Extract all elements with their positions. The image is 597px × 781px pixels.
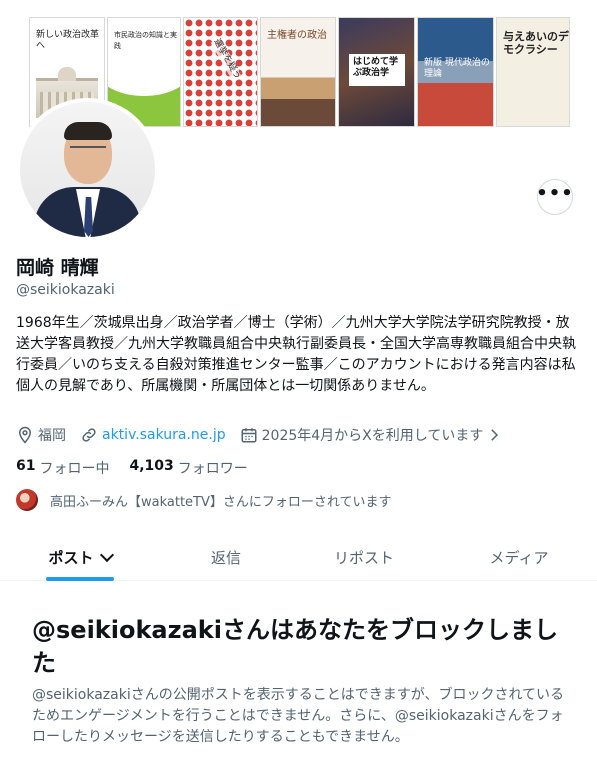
banner-book-4: 主権者の政治 [260,17,336,127]
followers-label: フォロワー [177,461,248,477]
website-link[interactable]: aktiv.sakura.ne.jp [102,427,226,443]
tab-posts[interactable]: ポスト [46,533,114,581]
profile-name: 岡崎 晴輝 [16,257,99,279]
book-title: 主権者の政治 [267,30,327,41]
tab-label: メディア [489,548,549,567]
book-title: 市民政治の知識と実践 [114,31,177,50]
more-options-button[interactable]: ••• [536,179,574,215]
website[interactable]: aktiv.sakura.ne.jp [80,426,226,444]
tab-reposts[interactable]: リポスト [324,533,404,581]
tab-label: 返信 [210,548,241,567]
following-count: 61 [16,458,36,474]
tab-label: リポスト [333,548,394,567]
book-title: 選挙を疑う [210,37,243,82]
profile-tabs: ポスト 返信 リポスト メディア [0,533,597,581]
following-label: フォロー中 [39,461,110,477]
blocked-description: @seikiokazakiさんの公開ポストを表示することはできますが、ブロックさ… [32,687,565,745]
follower-avatar [16,489,38,511]
banner-book-3: 選挙を疑う [183,17,258,127]
tab-media[interactable]: メディア [482,533,556,581]
more-icon: ••• [536,183,574,204]
book-title: はじめて学ぶ政治学 [353,57,399,78]
tab-label: ポスト [48,548,94,567]
active-tab-indicator [46,577,114,581]
followed-by[interactable]: 高田ふーみん【wakatteTV】さんにフォローされています [16,489,392,511]
location: 福岡 [16,425,66,445]
joined[interactable]: 2025年4月からXを利用しています [240,425,508,445]
banner-book-5: はじめて学ぶ政治学 [338,17,415,127]
profile-meta: 福岡 aktiv.sakura.ne.jp 2025年4月からXを利用しています [16,424,521,446]
followers-count: 4,103 [129,458,174,474]
banner-book-6: 新版 現代政治の理論 [417,17,494,127]
followers-link[interactable]: 4,103 フォロワー [129,458,267,478]
blocked-title: @seikiokazakiさんはあなたをブロックしました [32,616,558,677]
profile-avatar[interactable] [16,98,159,241]
following-link[interactable]: 61 フォロー中 [16,458,129,478]
profile-bio: 1968年生／茨城県出身／政治学者／博士（学術）／九州大学大学院法学研究院教授・… [16,315,576,394]
profile-handle: @seikiokazaki [16,282,115,298]
location-text: 福岡 [38,428,66,444]
tab-replies[interactable]: 返信 [196,533,256,581]
calendar-icon [241,428,257,443]
book-title: 新版 現代政治の理論 [424,58,490,79]
joined-text: 2025年4月からXを利用しています [261,428,484,444]
banner-book-7: 与えあいのデモクラシー [496,17,570,127]
chevron-down-icon [99,547,114,562]
book-title: 与えあいのデモクラシー [503,30,569,56]
follow-counts: 61 フォロー中 4,103 フォロワー [16,458,268,478]
location-pin-icon [18,426,32,444]
link-icon [82,428,96,442]
chevron-right-icon [491,429,499,441]
followed-by-text: 高田ふーみん【wakatteTV】さんにフォローされています [50,494,392,510]
book-title: 新しい政治改革へ [36,30,100,51]
avatar-photo [20,102,155,237]
